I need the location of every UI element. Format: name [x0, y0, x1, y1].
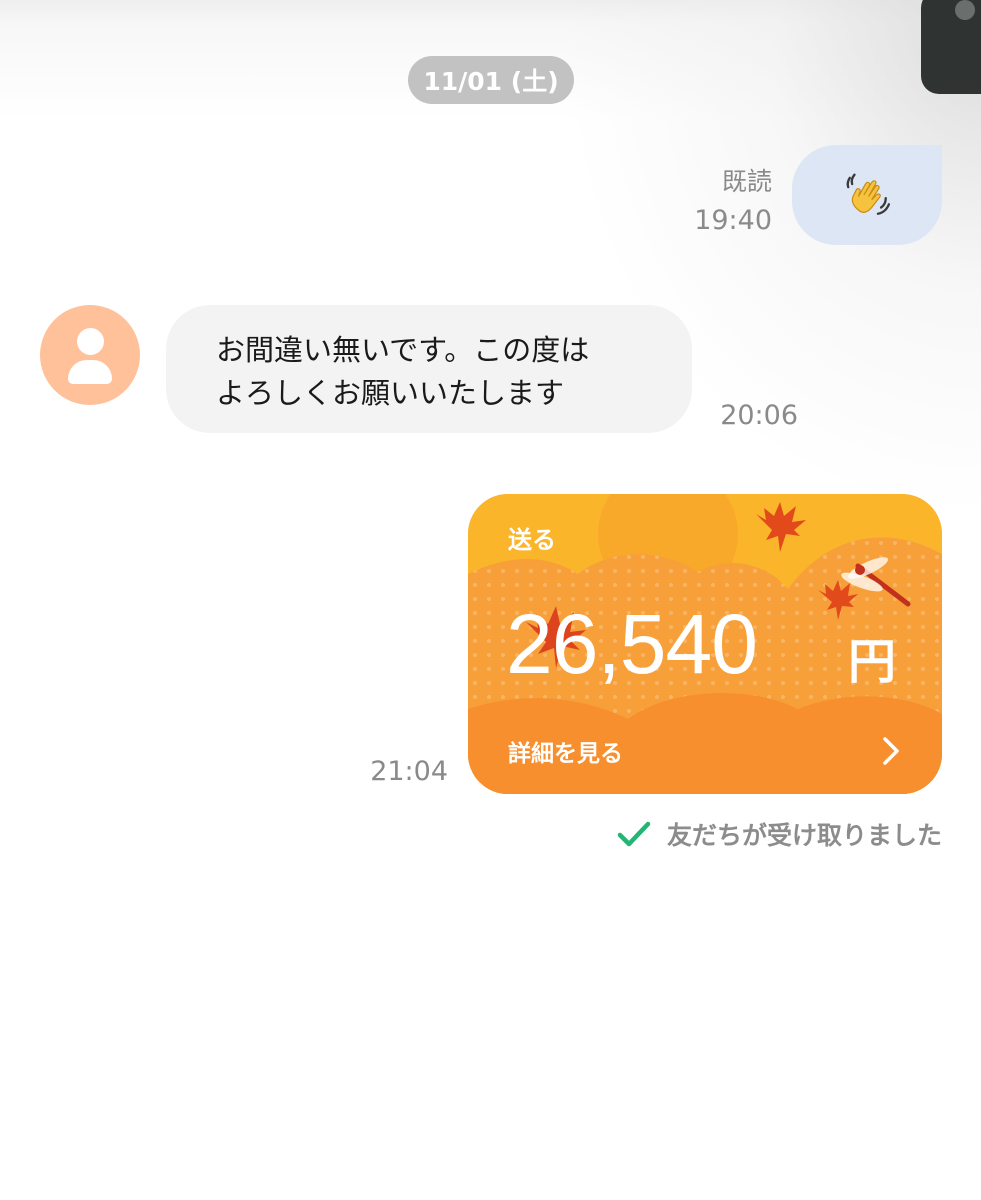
date-separator: 11/01 (土) — [408, 56, 574, 104]
message-time: 20:06 — [720, 400, 798, 431]
read-receipt: 既読 — [721, 167, 772, 196]
message-time: 19:40 — [694, 205, 772, 236]
chevron-right-icon[interactable] — [880, 736, 902, 766]
payment-card[interactable]: 送る 26,540 円 詳細を見る — [468, 494, 942, 794]
floating-tab[interactable] — [921, 0, 981, 94]
status-text: 友だちが受け取りました — [666, 821, 942, 850]
payment-status: 友だちが受け取りました — [580, 814, 942, 854]
sent-emoji-bubble[interactable] — [792, 145, 942, 245]
tab-dot-icon — [955, 0, 975, 20]
message-line: お間違い無いです。この度は — [216, 333, 590, 367]
view-details-link[interactable]: 詳細を見る — [508, 734, 623, 768]
waving-hand-icon — [846, 173, 891, 215]
received-text-bubble[interactable]: お間違い無いです。この度は よろしくお願いいたします — [166, 305, 692, 433]
avatar[interactable] — [40, 305, 140, 405]
card-label: 送る — [508, 526, 556, 554]
background-shade — [561, 0, 981, 520]
default-user-icon — [77, 328, 104, 355]
payment-amount: 26,540 — [506, 597, 758, 691]
check-icon — [617, 821, 651, 847]
message-time: 21:04 — [370, 756, 448, 787]
currency-label: 円 — [848, 634, 897, 690]
message-line: よろしくお願いいたします — [216, 376, 565, 410]
